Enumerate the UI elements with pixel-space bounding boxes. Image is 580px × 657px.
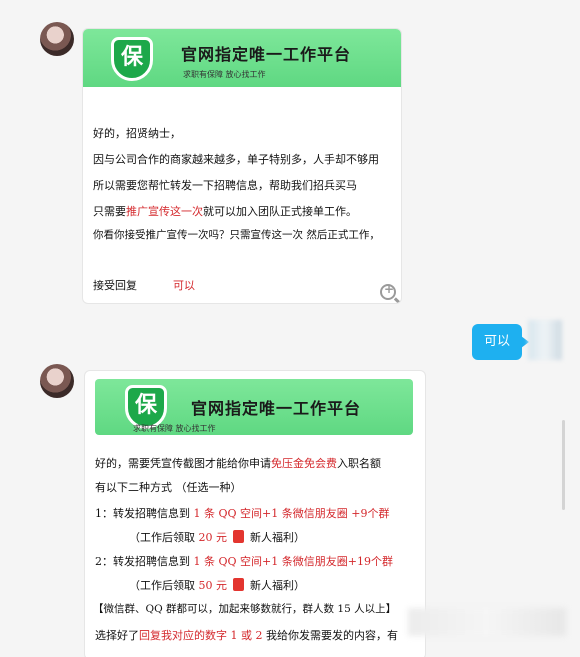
highlight-text: 20 元: [198, 531, 228, 544]
message-line: 因与公司合作的商家越来越多，单子特别多，人手却不够用: [93, 153, 379, 166]
message-line: 1：转发招聘信息到 1 条 QQ 空间+1 条微信朋友圈 +9个群: [95, 505, 389, 521]
message-line: 只需要推广宣传这一次就可以加入团队正式接单工作。: [93, 203, 357, 219]
message-text: 入职名额: [337, 457, 381, 470]
message-text: 1：转发招聘信息到: [95, 507, 194, 520]
reply-label: 接受回复: [93, 279, 137, 292]
highlight-text: 推广宣传这一次: [126, 205, 203, 218]
message-text: 只需要: [93, 205, 126, 218]
message-text: 2：转发招聘信息到: [95, 555, 194, 568]
message-line: 【微信群、QQ 群都可以，加起来够数就行，群人数 15 人以上】: [93, 603, 397, 615]
message-line: （工作后领取 50 元 新人福利）: [129, 577, 305, 593]
message-text: 就可以加入团队正式接单工作。: [203, 205, 357, 218]
message-line: 选择好了回复我对应的数字 1 或 2 我给你发需要发的内容，有: [95, 627, 398, 643]
shield-icon: 保: [111, 37, 153, 81]
message-text: 选择好了: [95, 629, 139, 642]
highlight-text: 1 条 QQ 空间+1 条微信朋友圈 +9个群: [193, 507, 390, 520]
message-text: 新人福利）: [250, 579, 305, 592]
highlight-text: 免压金免会费: [271, 457, 337, 470]
blurred-region: [408, 608, 566, 636]
banner-subtitle: 求职有保障 放心找工作: [183, 70, 266, 79]
message-card-image[interactable]: 保 官网指定唯一工作平台 求职有保障 放心找工作 好的，招贤纳士， 因与公司合作…: [82, 28, 402, 304]
sent-message-bubble[interactable]: 可以: [472, 324, 529, 360]
highlight-text: 1 条 QQ 空间+1 条微信朋友圈+19个群: [193, 555, 393, 568]
banner-title: 官网指定唯一工作平台: [181, 45, 352, 64]
scrollbar[interactable]: [562, 420, 565, 510]
red-packet-icon: [233, 530, 244, 543]
message-line: 2：转发招聘信息到 1 条 QQ 空间+1 条微信朋友圈+19个群: [95, 553, 393, 569]
highlight-text: 50 元: [198, 579, 228, 592]
banner: 保 官网指定唯一工作平台 求职有保障 放心找工作: [83, 29, 401, 87]
message-card-image[interactable]: 保 官网指定唯一工作平台 求职有保障 放心找工作 好的，需要凭宣传截图才能给你申…: [84, 370, 426, 657]
message-text: （工作后领取: [129, 531, 199, 544]
contact-avatar[interactable]: [40, 22, 74, 56]
zoom-in-icon[interactable]: [380, 282, 396, 300]
banner-subtitle: 求职有保障 放心找工作: [133, 424, 216, 433]
message-text: 好的，需要凭宣传截图才能给你申请: [95, 457, 271, 470]
red-packet-icon: [233, 578, 244, 591]
message-text: 我给你发需要发的内容，有: [262, 629, 398, 642]
contact-avatar[interactable]: [40, 364, 74, 398]
reply-value: 可以: [173, 279, 195, 292]
avatar-blurred: [528, 320, 562, 360]
message-line: 你看你接受推广宣传一次吗？只需宣传这一次 然后正式工作，: [93, 229, 380, 241]
message-text: 新人福利）: [250, 531, 305, 544]
message-text: （工作后领取: [129, 579, 199, 592]
message-line: 好的，招贤纳士，: [93, 127, 181, 140]
banner: 保 官网指定唯一工作平台 求职有保障 放心找工作: [95, 379, 413, 435]
message-line: 所以需要您帮忙转发一下招聘信息，帮助我们招兵买马: [93, 179, 357, 192]
message-line: （工作后领取 20 元 新人福利）: [129, 529, 305, 545]
message-line: 有以下二种方式 （任选一种）: [95, 481, 242, 494]
banner-title: 官网指定唯一工作平台: [191, 399, 362, 418]
highlight-text: 回复我对应的数字 1 或 2: [139, 629, 263, 642]
message-line: 好的，需要凭宣传截图才能给你申请免压金免会费入职名额: [95, 455, 381, 471]
